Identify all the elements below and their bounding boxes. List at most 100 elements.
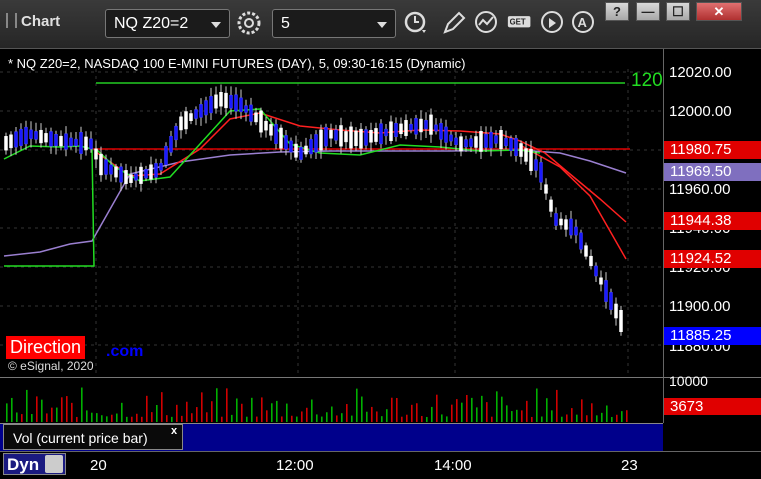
volume-plot[interactable] bbox=[0, 377, 663, 423]
candle-up bbox=[564, 219, 568, 230]
candle-up bbox=[304, 145, 308, 155]
volume-bar bbox=[486, 402, 488, 422]
candle-down bbox=[594, 265, 598, 277]
volume-bar bbox=[286, 403, 288, 422]
candle-down bbox=[204, 100, 208, 116]
candle-up bbox=[99, 153, 103, 176]
volume-bar bbox=[11, 397, 13, 422]
volume-bar bbox=[601, 412, 603, 422]
dynamic-toggle[interactable]: Dyn bbox=[3, 453, 66, 475]
drag-grip-icon[interactable] bbox=[6, 13, 17, 28]
copyright: © eSignal, 2020 bbox=[8, 359, 94, 373]
price-tag-close-ma: 11980.75 bbox=[664, 141, 761, 159]
volume-bar bbox=[196, 407, 198, 422]
volume-bar bbox=[126, 416, 128, 422]
candle-down bbox=[534, 159, 538, 171]
candle-down bbox=[569, 218, 573, 236]
volume-legend[interactable]: Vol (current price bar) bbox=[3, 424, 183, 450]
candle-down bbox=[244, 105, 248, 113]
svg-text:GET: GET bbox=[510, 18, 526, 27]
volume-bar bbox=[421, 415, 423, 422]
fast-ma-left bbox=[3, 145, 95, 267]
help-button[interactable]: ? bbox=[605, 2, 629, 21]
settings-icon[interactable] bbox=[45, 455, 63, 473]
volume-bar bbox=[261, 397, 263, 422]
alert-icon[interactable]: A bbox=[571, 10, 597, 36]
volume-bar bbox=[61, 397, 63, 422]
symbol-combo[interactable]: NQ Z20=2 bbox=[105, 9, 230, 38]
price-tag-baseline: 11969.50 bbox=[664, 163, 761, 181]
price-plot[interactable] bbox=[0, 49, 663, 377]
gear-icon[interactable] bbox=[236, 10, 262, 36]
candle-down bbox=[109, 164, 113, 175]
candle-down bbox=[229, 94, 233, 109]
volume-bar bbox=[406, 414, 408, 422]
candle-down bbox=[454, 137, 458, 146]
app-title-text: Chart bbox=[21, 13, 61, 30]
svg-text:A: A bbox=[578, 15, 588, 30]
volume-bar bbox=[511, 411, 513, 422]
volume-bar bbox=[571, 408, 573, 422]
interval-combo[interactable]: 5 bbox=[272, 9, 396, 38]
volume-bar bbox=[141, 416, 143, 422]
volume-bar bbox=[541, 416, 543, 422]
volume-bar bbox=[331, 406, 333, 422]
pencil-icon[interactable] bbox=[441, 10, 467, 36]
clock-icon[interactable] bbox=[403, 10, 429, 36]
volume-bar bbox=[336, 415, 338, 422]
study-icon[interactable] bbox=[474, 10, 500, 36]
candle-down bbox=[164, 145, 168, 166]
candle-down bbox=[409, 123, 413, 131]
volume-bar bbox=[186, 401, 188, 422]
candle-up bbox=[619, 310, 623, 332]
candle-down bbox=[54, 134, 58, 147]
candle-down bbox=[239, 97, 243, 113]
volume-legend-close-button[interactable]: x bbox=[171, 425, 177, 437]
volume-bar bbox=[51, 407, 53, 422]
volume-bar bbox=[236, 398, 238, 422]
x-tick: 14:00 bbox=[434, 457, 472, 474]
maximize-button[interactable]: ☐ bbox=[666, 2, 690, 21]
price-chart-svg[interactable] bbox=[0, 49, 663, 377]
volume-bar bbox=[41, 399, 43, 422]
volume-current-tag: 3673 bbox=[664, 398, 761, 415]
close-button[interactable]: ✕ bbox=[696, 2, 742, 21]
candle-up bbox=[264, 120, 268, 131]
chevron-down-icon[interactable] bbox=[377, 22, 387, 28]
candle-down bbox=[49, 131, 53, 147]
volume-bar bbox=[96, 413, 98, 422]
chevron-down-icon[interactable] bbox=[211, 22, 221, 28]
volume-bar bbox=[401, 416, 403, 422]
candle-down bbox=[579, 232, 583, 250]
volume-bar bbox=[116, 413, 118, 422]
candle-down bbox=[469, 138, 473, 147]
volume-bar bbox=[56, 407, 58, 422]
volume-bar bbox=[91, 412, 93, 422]
candle-up bbox=[524, 148, 528, 162]
candle-up bbox=[319, 129, 323, 151]
volume-bar bbox=[371, 406, 373, 422]
volume-bar bbox=[396, 397, 398, 422]
candle-up bbox=[189, 113, 193, 121]
volume-bar bbox=[566, 414, 568, 422]
volume-chart-svg[interactable] bbox=[0, 378, 663, 423]
get-icon[interactable]: GET bbox=[507, 10, 537, 36]
interval-value[interactable]: 5 bbox=[281, 15, 290, 33]
volume-bar bbox=[246, 416, 248, 422]
link-icon[interactable] bbox=[540, 10, 566, 36]
candle-up bbox=[404, 120, 408, 136]
dynamic-label: Dyn bbox=[7, 455, 40, 474]
volume-bar bbox=[191, 413, 193, 422]
candle-down bbox=[384, 128, 388, 137]
candle-down bbox=[24, 126, 28, 145]
time-axis[interactable] bbox=[0, 451, 761, 479]
symbol-value[interactable]: NQ Z20=2 bbox=[114, 15, 188, 33]
candle-up bbox=[429, 114, 433, 135]
minimize-button[interactable]: — bbox=[636, 2, 660, 21]
candle-up bbox=[149, 164, 153, 180]
candle-down bbox=[324, 126, 328, 147]
volume-bar bbox=[391, 397, 393, 422]
candle-down bbox=[439, 123, 443, 140]
volume-bar bbox=[576, 414, 578, 422]
candle-down bbox=[74, 138, 78, 147]
